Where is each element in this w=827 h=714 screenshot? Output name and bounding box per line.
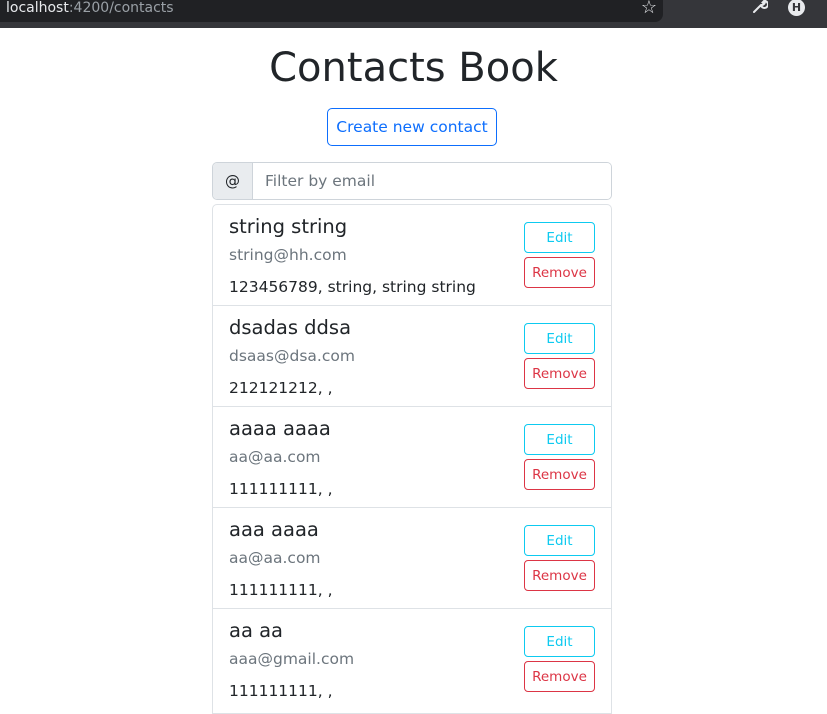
contact-item: aaaa aaaa aa@aa.com 111111111, , Edit Re… <box>213 407 611 508</box>
contact-name: dsadas ddsa <box>229 316 352 339</box>
contact-name: aa aa <box>229 619 283 642</box>
edit-button[interactable]: Edit <box>524 222 595 253</box>
contact-item: string string string@hh.com 123456789, s… <box>213 205 611 306</box>
contact-item: aaa aaaa aa@aa.com 111111111, , Edit Rem… <box>213 508 611 609</box>
contact-details: 111111111, , <box>229 682 333 700</box>
contact-details: 111111111, , <box>229 581 333 599</box>
browser-toolbar: localhost:4200/contacts ☆ H <box>0 0 827 28</box>
contacts-list: string string string@hh.com 123456789, s… <box>212 204 612 714</box>
email-filter-input[interactable] <box>253 163 611 199</box>
url-path: :4200/contacts <box>68 0 174 16</box>
url-host: localhost <box>6 0 69 16</box>
page-title: Contacts Book <box>269 45 558 91</box>
url-text[interactable]: localhost:4200/contacts <box>0 0 174 16</box>
contact-name: aaa aaaa <box>229 518 319 541</box>
email-filter-group: @ <box>212 162 612 200</box>
edit-button[interactable]: Edit <box>524 323 595 354</box>
contact-email: aa@aa.com <box>229 448 321 466</box>
edit-button[interactable]: Edit <box>524 424 595 455</box>
contact-name: aaaa aaaa <box>229 417 331 440</box>
contact-details: 212121212, , <box>229 379 333 397</box>
contact-name: string string <box>229 215 348 238</box>
contact-item: dsadas ddsa dsaas@dsa.com 212121212, , E… <box>213 306 611 407</box>
contact-email: string@hh.com <box>229 246 347 264</box>
profile-avatar[interactable]: H <box>788 0 805 16</box>
edit-button[interactable]: Edit <box>524 626 595 657</box>
bookmark-star-icon[interactable]: ☆ <box>641 0 657 18</box>
at-sign-addon: @ <box>213 163 253 199</box>
contact-email: dsaas@dsa.com <box>229 347 355 365</box>
contact-details: 123456789, string, string string <box>229 278 476 296</box>
address-bar[interactable]: localhost:4200/contacts ☆ <box>0 0 663 22</box>
edit-button[interactable]: Edit <box>524 525 595 556</box>
remove-button[interactable]: Remove <box>524 459 595 490</box>
contact-email: aaa@gmail.com <box>229 650 355 668</box>
remove-button[interactable]: Remove <box>524 661 595 692</box>
remove-button[interactable]: Remove <box>524 560 595 591</box>
create-contact-button[interactable]: Create new contact <box>327 108 497 146</box>
contact-item: aa aa aaa@gmail.com 111111111, , Edit Re… <box>213 609 611 713</box>
wrench-icon-graphic <box>753 0 769 13</box>
remove-button[interactable]: Remove <box>524 358 595 389</box>
remove-button[interactable]: Remove <box>524 257 595 288</box>
contact-details: 111111111, , <box>229 480 333 498</box>
wrench-icon[interactable] <box>752 0 769 19</box>
contact-email: aa@aa.com <box>229 549 321 567</box>
